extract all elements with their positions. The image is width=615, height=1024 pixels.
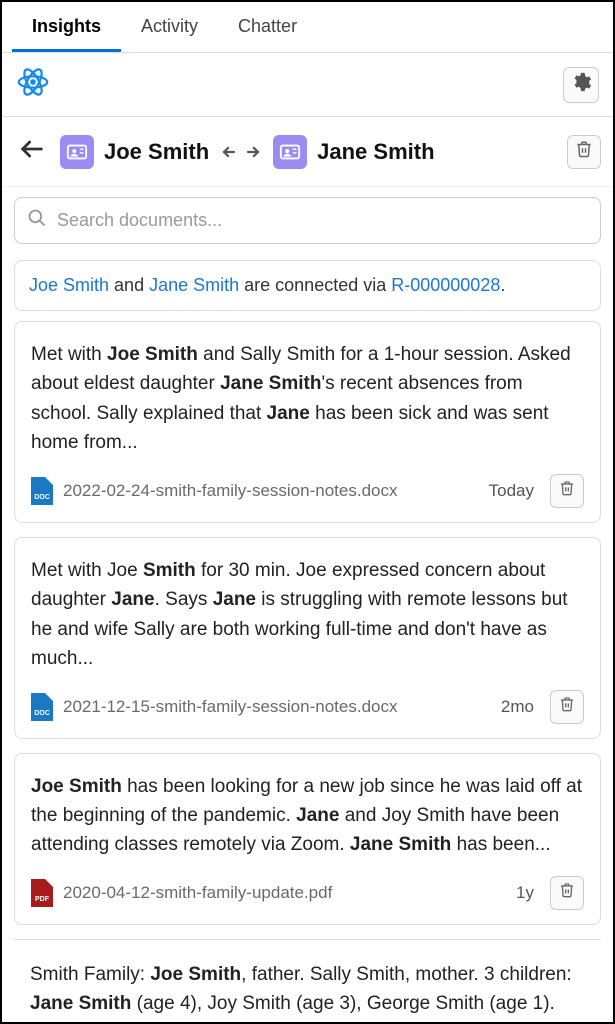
- document-age: 1y: [516, 883, 534, 903]
- document-filename: 2021-12-15-smith-family-session-notes.do…: [63, 697, 491, 717]
- connection-text: and: [109, 275, 149, 295]
- trash-icon: [559, 480, 575, 501]
- document-age: Today: [489, 481, 534, 501]
- trash-icon: [575, 140, 593, 163]
- trash-icon: [559, 696, 575, 717]
- doc-file-icon: DOC: [31, 693, 53, 721]
- document-card[interactable]: Smith Family: Joe Smith, father. Sally S…: [14, 939, 601, 1024]
- settings-button[interactable]: [563, 67, 599, 103]
- document-footer: PDF 2020-04-12-smith-family-update.pdf 1…: [31, 876, 584, 910]
- search-box[interactable]: [14, 197, 601, 244]
- app-frame: Insights Activity Chatter: [0, 0, 615, 1024]
- person-b-name: Jane Smith: [317, 139, 434, 165]
- document-excerpt: Joe Smith has been looking for a new job…: [31, 772, 584, 860]
- document-list: Met with Joe Smith and Sally Smith for a…: [2, 321, 613, 1024]
- tab-activity[interactable]: Activity: [121, 2, 218, 52]
- app-header: [2, 53, 613, 117]
- document-excerpt: Met with Joe Smith for 30 min. Joe expre…: [31, 556, 584, 674]
- document-filename: 2020-04-12-smith-family-update.pdf: [63, 883, 506, 903]
- document-filename: 2022-02-24-smith-family-session-notes.do…: [63, 481, 479, 501]
- connection-person-b-link[interactable]: Jane Smith: [149, 275, 239, 295]
- gear-icon: [570, 71, 592, 98]
- relation-header: Joe Smith Jane Smith: [2, 117, 613, 187]
- document-age: 2mo: [501, 697, 534, 717]
- tab-insights[interactable]: Insights: [12, 2, 121, 52]
- pdf-file-icon: PDF: [31, 879, 53, 907]
- document-footer: DOC 2022-02-24-smith-family-session-note…: [31, 474, 584, 508]
- contact-badge-a: [60, 135, 94, 169]
- contact-badge-b: [273, 135, 307, 169]
- document-card[interactable]: Met with Joe Smith and Sally Smith for a…: [14, 321, 601, 523]
- search-input[interactable]: [57, 210, 588, 231]
- delete-document-button[interactable]: [550, 876, 584, 910]
- document-card[interactable]: Joe Smith has been looking for a new job…: [14, 753, 601, 925]
- person-a-name: Joe Smith: [104, 139, 209, 165]
- document-excerpt: Smith Family: Joe Smith, father. Sally S…: [30, 960, 585, 1024]
- document-excerpt: Met with Joe Smith and Sally Smith for a…: [31, 340, 584, 458]
- tab-chatter[interactable]: Chatter: [218, 2, 317, 52]
- doc-file-icon: DOC: [31, 477, 53, 505]
- document-card[interactable]: Met with Joe Smith for 30 min. Joe expre…: [14, 537, 601, 739]
- delete-relation-button[interactable]: [567, 135, 601, 169]
- relation-arrows-icon: [219, 142, 263, 162]
- connection-banner: Joe Smith and Jane Smith are connected v…: [14, 260, 601, 311]
- search-icon: [27, 208, 47, 233]
- search-wrap: [2, 187, 613, 254]
- connection-person-a-link[interactable]: Joe Smith: [29, 275, 109, 295]
- back-button[interactable]: [14, 131, 50, 172]
- connection-text: .: [500, 275, 505, 295]
- document-footer: DOC 2021-12-15-smith-family-session-note…: [31, 690, 584, 724]
- delete-document-button[interactable]: [550, 474, 584, 508]
- atom-icon: [16, 65, 50, 104]
- trash-icon: [559, 882, 575, 903]
- connection-text: are connected via: [239, 275, 391, 295]
- connection-record-link[interactable]: R-000000028: [391, 275, 500, 295]
- tab-bar: Insights Activity Chatter: [2, 2, 613, 53]
- delete-document-button[interactable]: [550, 690, 584, 724]
